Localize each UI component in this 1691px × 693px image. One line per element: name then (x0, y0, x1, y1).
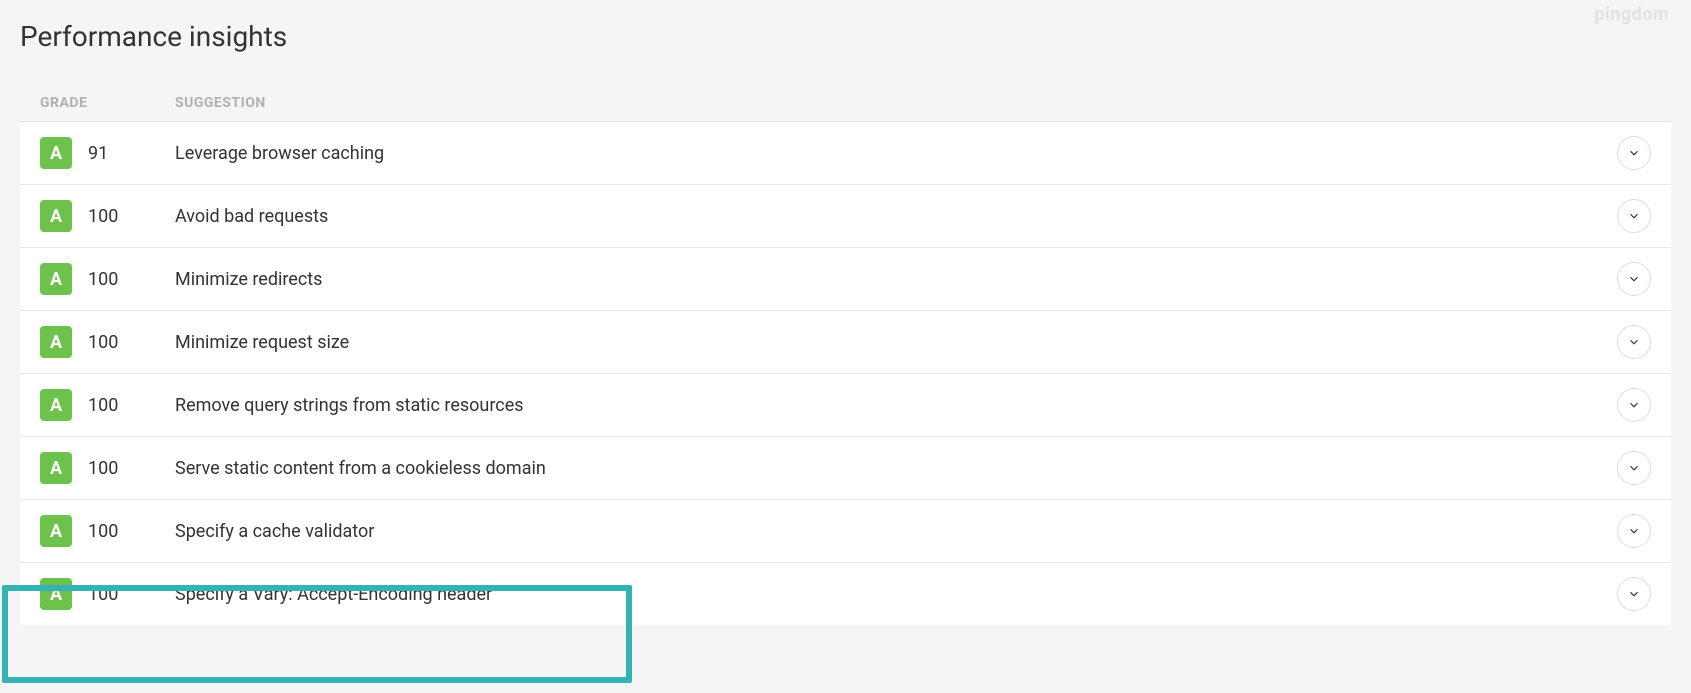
grade-badge: A (40, 137, 72, 169)
expand-button[interactable] (1617, 325, 1651, 359)
page-title: Performance insights (20, 20, 1671, 53)
insights-panel: pingdom Performance insights GRADE SUGGE… (0, 0, 1691, 693)
expand-button[interactable] (1617, 136, 1651, 170)
insight-row[interactable]: A 100 Minimize request size (20, 311, 1671, 374)
chevron-down-icon (1627, 524, 1641, 538)
insight-row[interactable]: A 100 Avoid bad requests (20, 185, 1671, 248)
grade-badge: A (40, 263, 72, 295)
expand-button[interactable] (1617, 262, 1651, 296)
grade-score: 100 (88, 395, 175, 416)
chevron-down-icon (1627, 461, 1641, 475)
grade-badge: A (40, 515, 72, 547)
suggestion-text: Leverage browser caching (175, 143, 1617, 164)
chevron-down-icon (1627, 209, 1641, 223)
suggestion-text: Remove query strings from static resourc… (175, 395, 1617, 416)
suggestion-text: Avoid bad requests (175, 206, 1617, 227)
table-header: GRADE SUGGESTION (20, 81, 1671, 122)
insight-row[interactable]: A 100 Minimize redirects (20, 248, 1671, 311)
grade-badge: A (40, 200, 72, 232)
expand-button[interactable] (1617, 199, 1651, 233)
insight-row[interactable]: A 100 Remove query strings from static r… (20, 374, 1671, 437)
grade-badge: A (40, 578, 72, 610)
suggestion-text: Specify a Vary: Accept-Encoding header (175, 584, 1617, 605)
suggestion-text: Serve static content from a cookieless d… (175, 458, 1617, 479)
grade-score: 91 (88, 143, 175, 164)
insight-row[interactable]: A 100 Specify a cache validator (20, 500, 1671, 563)
grade-badge: A (40, 389, 72, 421)
grade-score: 100 (88, 332, 175, 353)
chevron-down-icon (1627, 398, 1641, 412)
watermark: pingdom (1594, 4, 1669, 25)
chevron-down-icon (1627, 335, 1641, 349)
header-grade: GRADE (40, 95, 175, 111)
insight-row[interactable]: A 100 Specify a Vary: Accept-Encoding he… (20, 563, 1671, 625)
chevron-down-icon (1627, 146, 1641, 160)
grade-badge: A (40, 452, 72, 484)
insight-row[interactable]: A 91 Leverage browser caching (20, 122, 1671, 185)
insight-row[interactable]: A 100 Serve static content from a cookie… (20, 437, 1671, 500)
expand-button[interactable] (1617, 388, 1651, 422)
suggestion-text: Minimize request size (175, 332, 1617, 353)
grade-score: 100 (88, 584, 175, 605)
expand-button[interactable] (1617, 577, 1651, 611)
expand-button[interactable] (1617, 451, 1651, 485)
chevron-down-icon (1627, 272, 1641, 286)
suggestion-text: Minimize redirects (175, 269, 1617, 290)
header-suggestion: SUGGESTION (175, 95, 1651, 111)
grade-badge: A (40, 326, 72, 358)
grade-score: 100 (88, 458, 175, 479)
suggestion-text: Specify a cache validator (175, 521, 1617, 542)
grade-score: 100 (88, 206, 175, 227)
grade-score: 100 (88, 521, 175, 542)
chevron-down-icon (1627, 587, 1641, 601)
expand-button[interactable] (1617, 514, 1651, 548)
grade-score: 100 (88, 269, 175, 290)
